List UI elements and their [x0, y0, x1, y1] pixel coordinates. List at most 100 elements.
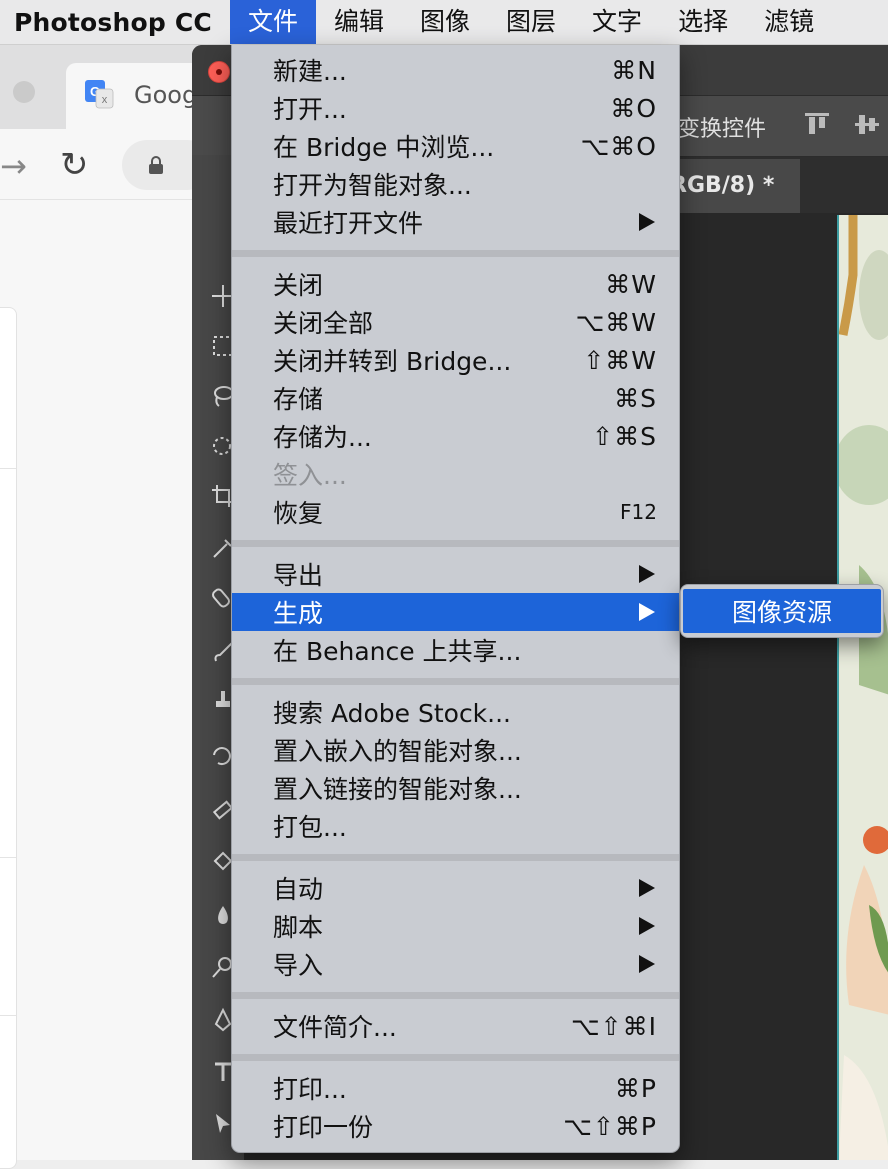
- menu-item[interactable]: 导入: [232, 945, 679, 983]
- menu-item-label: 生成: [273, 599, 324, 628]
- close-window-button[interactable]: [208, 61, 230, 83]
- menu-item-label: 关闭: [273, 271, 324, 300]
- menu-item-label: 打印...: [273, 1075, 347, 1104]
- menu-image[interactable]: 图像: [402, 0, 488, 44]
- menu-item[interactable]: 文件简介... ⌥⇧⌘I: [232, 1007, 679, 1045]
- divider: [0, 468, 16, 469]
- menu-item-label: 打印一份: [273, 1113, 374, 1142]
- submenu-arrow-icon: [639, 955, 655, 973]
- reload-icon[interactable]: ↻: [60, 145, 89, 185]
- menu-item[interactable]: 置入嵌入的智能对象...: [232, 731, 679, 769]
- browser-window: G x Goog → ↻: [0, 45, 212, 1169]
- browser-page-content: [0, 307, 17, 1169]
- menu-item-label: 导出: [273, 561, 324, 590]
- menu-item-label: 打开为智能对象...: [273, 171, 472, 200]
- menu-item[interactable]: 打开... ⌘O: [232, 89, 679, 127]
- menu-item-shortcut: ⌥⇧⌘I: [570, 1011, 657, 1041]
- menu-separator: [232, 1053, 679, 1061]
- menu-item-label: 恢复: [273, 499, 324, 528]
- menu-item-shortcut: ⇧⌘W: [583, 345, 657, 375]
- menu-filter[interactable]: 滤镜: [746, 0, 832, 44]
- menu-item-label: 打开...: [273, 95, 347, 124]
- illustration-image: [834, 215, 888, 1160]
- menu-item[interactable]: 最近打开文件: [232, 203, 679, 241]
- menu-separator: [232, 991, 679, 999]
- menu-item-shortcut: ⌘O: [610, 93, 657, 123]
- menu-type[interactable]: 文字: [574, 0, 660, 44]
- menu-item-label: 在 Behance 上共享...: [273, 637, 522, 666]
- align-top-icon[interactable]: [802, 109, 832, 139]
- submenu-arrow-icon: [639, 213, 655, 231]
- menu-item-label: 脚本: [273, 913, 324, 942]
- menu-item-label: 关闭全部: [273, 309, 374, 338]
- google-translate-icon: G x: [85, 80, 114, 109]
- browser-tab-title: Goog: [134, 81, 198, 109]
- menu-item-label: 关闭并转到 Bridge...: [273, 347, 512, 376]
- browser-window-control[interactable]: [13, 81, 35, 103]
- menu-item-label: 存储: [273, 385, 324, 414]
- menu-item-shortcut: ⌘S: [614, 383, 657, 413]
- menu-item-label: 文件简介...: [273, 1013, 397, 1042]
- svg-text:x: x: [102, 94, 108, 106]
- menu-item: 签入...: [232, 455, 679, 493]
- menu-file[interactable]: 文件: [229, 0, 316, 44]
- menu-item[interactable]: 新建... ⌘N: [232, 51, 679, 89]
- divider: [0, 857, 16, 858]
- menu-item[interactable]: 搜索 Adobe Stock...: [232, 693, 679, 731]
- menu-item[interactable]: 脚本: [232, 907, 679, 945]
- menu-layer[interactable]: 图层: [488, 0, 574, 44]
- menu-edit[interactable]: 编辑: [316, 0, 402, 44]
- menu-item[interactable]: 置入链接的智能对象...: [232, 769, 679, 807]
- app-menu-photoshop[interactable]: Photoshop CC: [0, 8, 230, 37]
- file-menu: 新建... ⌘N 打开... ⌘O 在 Bridge 中浏览... ⌥⌘O 打开为智能对象.…: [231, 45, 680, 1153]
- menu-item[interactable]: 存储 ⌘S: [232, 379, 679, 417]
- menu-item[interactable]: 在 Behance 上共享...: [232, 631, 679, 669]
- menu-item[interactable]: 在 Bridge 中浏览... ⌥⌘O: [232, 127, 679, 165]
- menu-item-label: 在 Bridge 中浏览...: [273, 133, 495, 162]
- divider: [0, 1015, 16, 1016]
- menu-separator: [232, 677, 679, 685]
- menu-item[interactable]: 关闭并转到 Bridge... ⇧⌘W: [232, 341, 679, 379]
- menu-item[interactable]: 打印一份 ⌥⇧⌘P: [232, 1107, 679, 1145]
- align-vertical-center-icon[interactable]: [852, 109, 882, 139]
- document-tab-label: RGB/8) *: [670, 173, 775, 198]
- menu-item-label: 新建...: [273, 57, 347, 86]
- canvas-artwork[interactable]: [834, 215, 888, 1160]
- menu-item[interactable]: 恢复 F12: [232, 493, 679, 531]
- submenu-arrow-icon: [639, 879, 655, 897]
- menu-item[interactable]: 存储为... ⇧⌘S: [232, 417, 679, 455]
- menu-item-label: 搜索 Adobe Stock...: [273, 699, 512, 728]
- submenu-arrow-icon: [639, 565, 655, 583]
- menu-item-shortcut: F12: [620, 500, 657, 524]
- menu-item[interactable]: 导出: [232, 555, 679, 593]
- menu-item[interactable]: 打开为智能对象...: [232, 165, 679, 203]
- menu-item[interactable]: 关闭 ⌘W: [232, 265, 679, 303]
- submenu-arrow-icon: [639, 603, 655, 621]
- menu-item-shortcut: ⌘N: [611, 55, 657, 85]
- menu-separator: [232, 539, 679, 547]
- menu-item-shortcut: ⌥⌘O: [580, 131, 657, 161]
- menu-item[interactable]: 关闭全部 ⌥⌘W: [232, 303, 679, 341]
- generate-submenu: 图像资源: [680, 584, 884, 638]
- menu-item[interactable]: 生成: [232, 593, 679, 631]
- menu-select[interactable]: 选择: [660, 0, 746, 44]
- menu-item-shortcut: ⌘P: [614, 1073, 657, 1103]
- menu-item[interactable]: 打包...: [232, 807, 679, 845]
- menu-item[interactable]: 自动: [232, 869, 679, 907]
- menu-item-label: 自动: [273, 875, 324, 904]
- menu-bar: Photoshop CC 文件 编辑 图像 图层 文字 选择 滤镜: [0, 0, 888, 45]
- menu-item-label: 置入链接的智能对象...: [273, 775, 522, 804]
- menu-item-shortcut: ⇧⌘S: [592, 421, 657, 451]
- menu-item-label: 签入...: [273, 461, 347, 490]
- menu-item[interactable]: 打印... ⌘P: [232, 1069, 679, 1107]
- show-transform-controls-label[interactable]: 变换控件: [678, 111, 766, 143]
- menu-separator: [232, 249, 679, 257]
- menu-item-label: 打包...: [273, 813, 347, 842]
- back-arrow-icon[interactable]: →: [0, 147, 27, 185]
- menu-item-shortcut: ⌥⌘W: [575, 307, 657, 337]
- menu-separator: [232, 853, 679, 861]
- menu-item-label: 最近打开文件: [273, 209, 424, 238]
- menu-item-image-assets[interactable]: 图像资源: [683, 589, 881, 633]
- menu-item-shortcut: ⌘W: [605, 269, 657, 299]
- menu-item-label: 导入: [273, 951, 324, 980]
